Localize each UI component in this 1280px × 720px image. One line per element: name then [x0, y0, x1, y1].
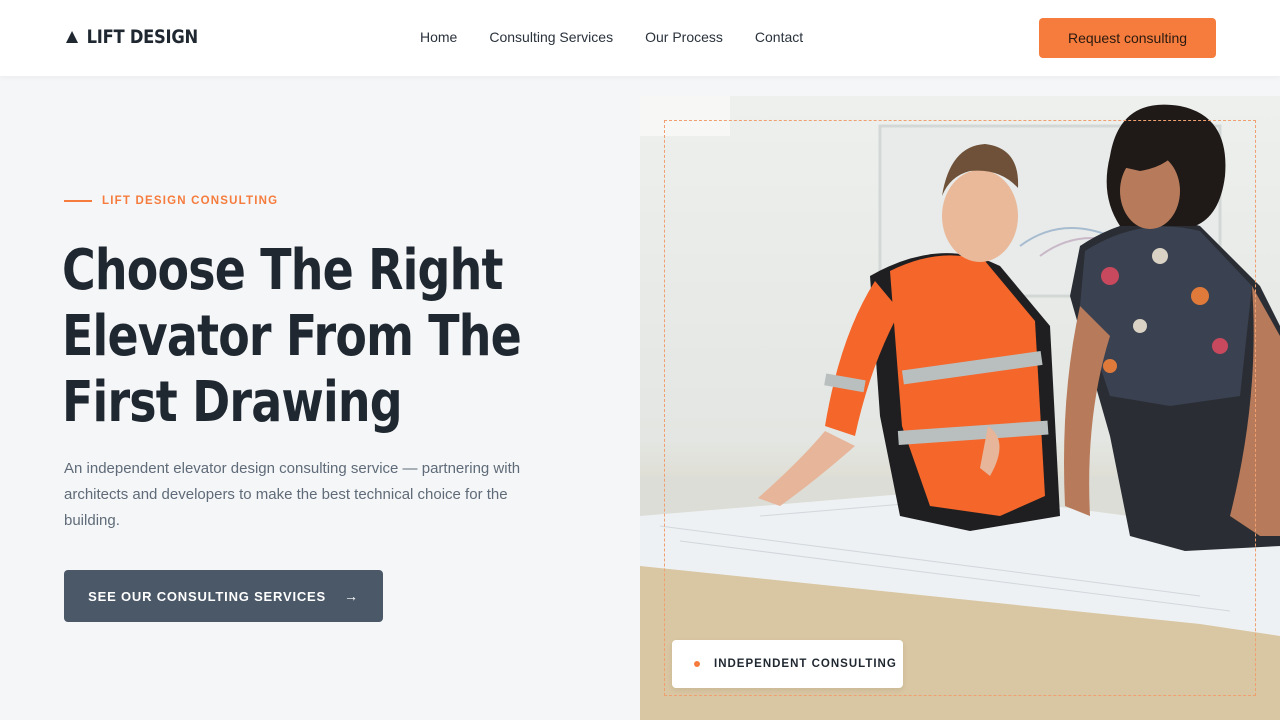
triangle-logo-icon — [66, 31, 79, 43]
hero-description: An independent elevator design consultin… — [64, 460, 521, 529]
eyebrow-label: LIFT DESIGN CONSULTING — [102, 195, 279, 207]
request-consulting-button[interactable]: Request consulting — [1039, 18, 1216, 58]
badge-dot-icon — [694, 661, 700, 667]
badge-label: INDEPENDENT CONSULTING — [714, 658, 897, 670]
hero-eyebrow: LIFT DESIGN CONSULTING — [64, 195, 278, 207]
nav-contact[interactable]: Contact — [755, 29, 803, 45]
hero-title-line-3: First Drawing — [62, 370, 403, 435]
hero-photo-illustration — [640, 96, 1280, 720]
see-consulting-services-button[interactable]: SEE OUR CONSULTING SERVICES → — [64, 570, 383, 622]
site-header: LIFT DESIGN Home Consulting Services Our… — [0, 0, 1280, 76]
independent-consulting-badge: INDEPENDENT CONSULTING — [672, 640, 903, 688]
eyebrow-divider — [64, 200, 92, 202]
arrow-right-icon: → — [344, 588, 359, 604]
main-nav: Home Consulting Services Our Process Con… — [420, 29, 803, 45]
hero-photo: INDEPENDENT CONSULTING — [640, 96, 1280, 720]
hero-title: Choose The Right Elevator From The First… — [62, 238, 522, 436]
nav-consulting-services[interactable]: Consulting Services — [489, 29, 613, 45]
brand-logo[interactable]: LIFT DESIGN — [66, 26, 198, 48]
brand-name: LIFT DESIGN — [86, 26, 199, 48]
nav-our-process[interactable]: Our Process — [645, 29, 723, 45]
hero-title-line-2: Elevator From The — [62, 304, 522, 369]
cta-label: SEE OUR CONSULTING SERVICES — [88, 588, 326, 604]
nav-home[interactable]: Home — [420, 29, 457, 45]
hero-title-line-1: Choose The Right — [62, 238, 503, 303]
